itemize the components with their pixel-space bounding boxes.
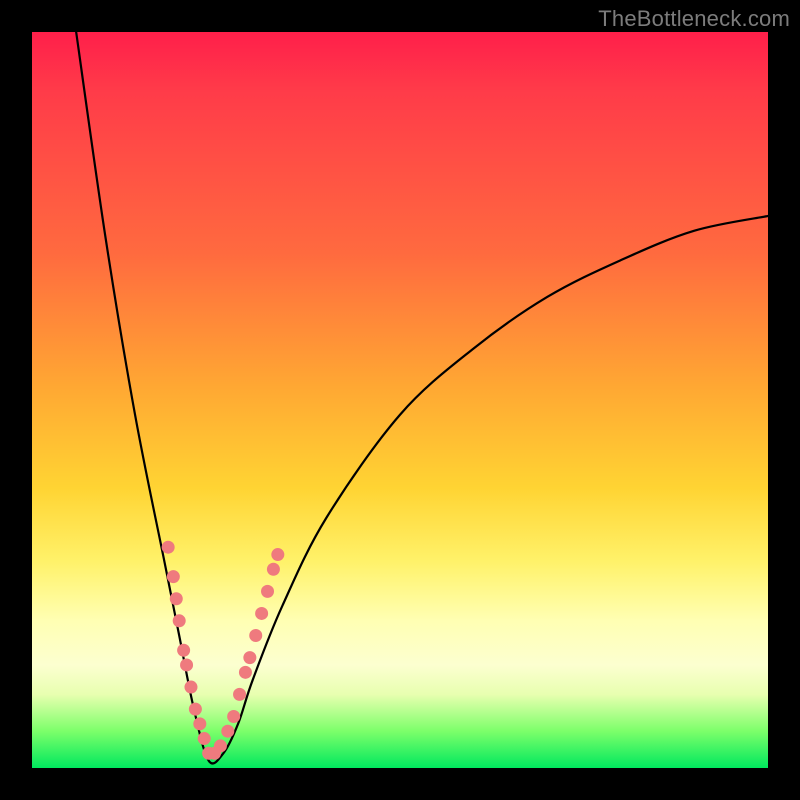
sample-dot bbox=[267, 563, 280, 576]
sample-dot bbox=[189, 703, 202, 716]
sample-dot bbox=[271, 548, 284, 561]
sample-dot bbox=[162, 541, 175, 554]
sample-dot bbox=[233, 688, 246, 701]
sample-dot bbox=[239, 666, 252, 679]
sample-dot bbox=[255, 607, 268, 620]
sample-dot bbox=[180, 658, 193, 671]
sample-dot bbox=[249, 629, 262, 642]
sample-dot bbox=[243, 651, 256, 664]
sample-dot bbox=[227, 710, 240, 723]
sample-dot bbox=[170, 592, 183, 605]
sample-dot bbox=[214, 739, 227, 752]
plot-area bbox=[32, 32, 768, 768]
sample-dot bbox=[177, 644, 190, 657]
sample-dot bbox=[173, 614, 186, 627]
sample-dot bbox=[167, 570, 180, 583]
sample-dot bbox=[198, 732, 211, 745]
watermark-text: TheBottleneck.com bbox=[598, 6, 790, 32]
curve-layer bbox=[32, 32, 768, 768]
sample-dot bbox=[184, 681, 197, 694]
sample-dots-group bbox=[162, 541, 285, 760]
sample-dot bbox=[261, 585, 274, 598]
sample-dot bbox=[193, 717, 206, 730]
sample-dot bbox=[221, 725, 234, 738]
chart-frame: TheBottleneck.com bbox=[0, 0, 800, 800]
